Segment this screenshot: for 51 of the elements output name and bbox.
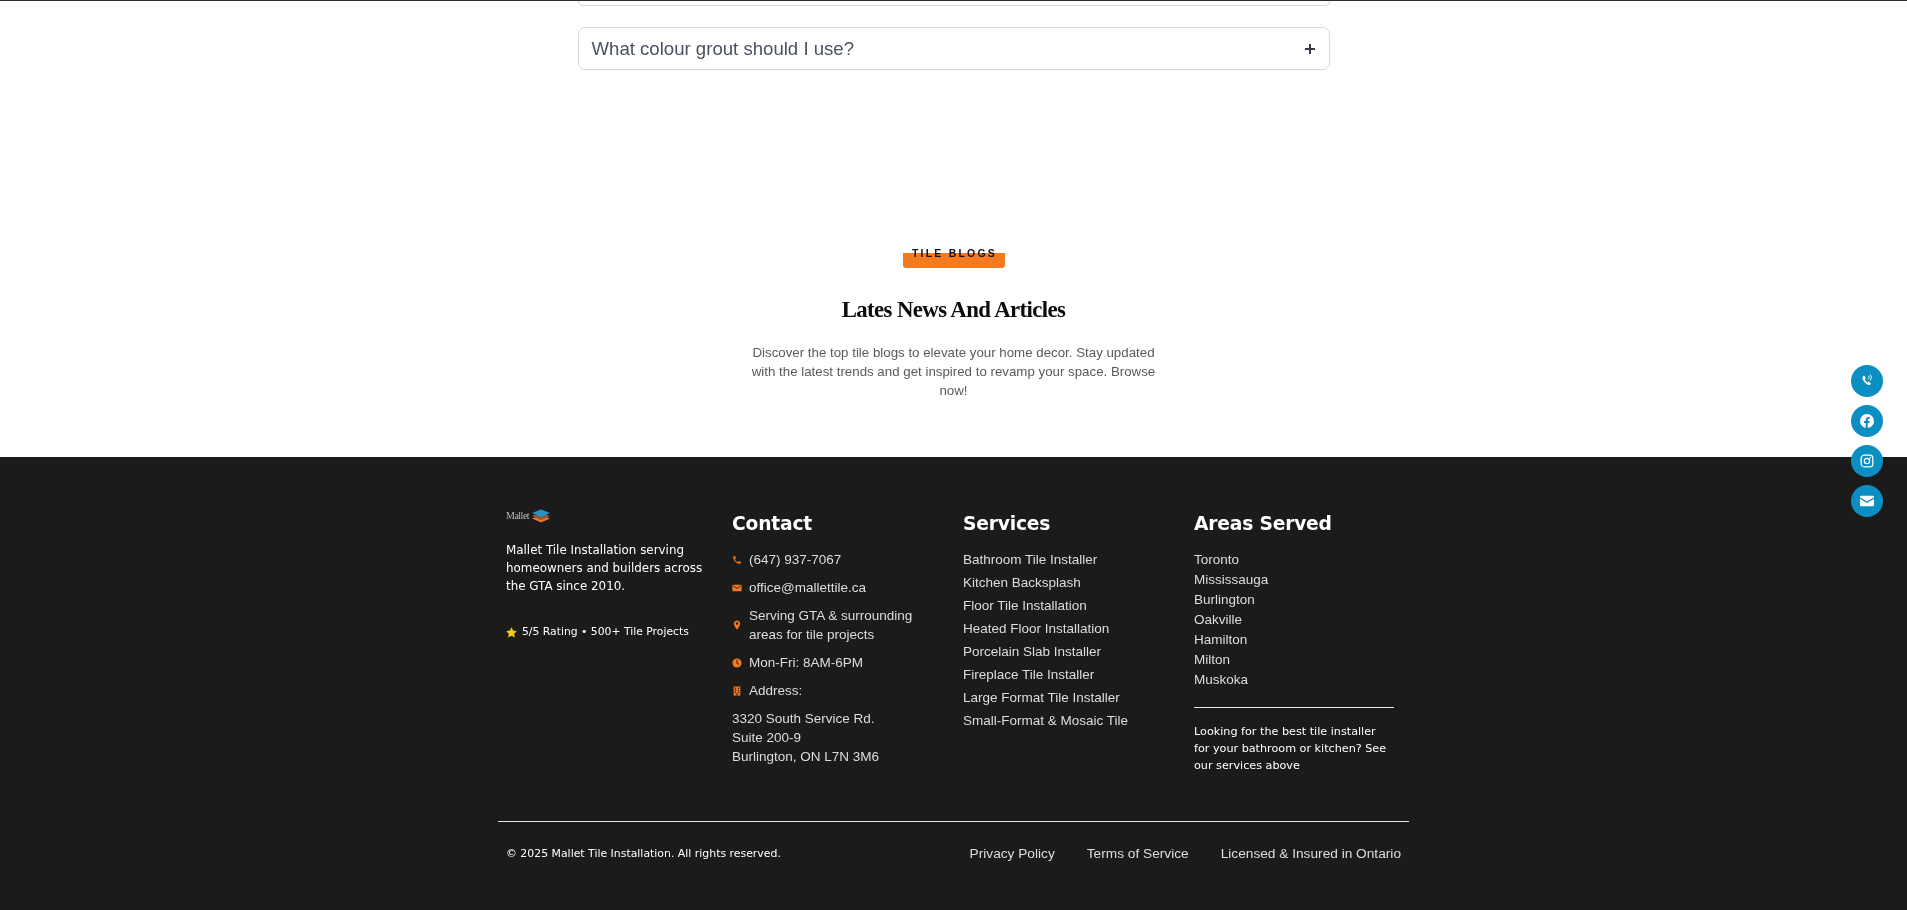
footer-link[interactable]: Terms of Service <box>1086 844 1189 863</box>
instagram-icon <box>1860 454 1874 468</box>
star-icon <box>506 626 517 638</box>
column-heading: Areas Served <box>1194 512 1333 536</box>
note-text: Looking for the best tile installer for your bathroom or kitchen? See our services above <box>1194 724 1388 774</box>
phone-icon <box>1860 374 1874 388</box>
service-link[interactable]: Small-Format & Mosaic Tile <box>963 711 1129 730</box>
column-heading: Contact <box>732 512 813 536</box>
facebook-icon <box>1860 414 1874 428</box>
service-link[interactable]: Fireplace Tile Installer <box>963 665 1095 684</box>
address-text: 3320 South Service Rd. Suite 200-9 Burlington, ON L7N 3M6 <box>732 710 881 766</box>
service-link[interactable]: Bathroom Tile Installer <box>963 550 1098 569</box>
service-link[interactable]: Kitchen Backsplash <box>963 573 1081 592</box>
service-link[interactable]: Porcelain Slab Installer <box>963 642 1102 661</box>
facebook-button[interactable] <box>1851 405 1883 437</box>
area-item: Toronto <box>1194 551 1240 569</box>
footer-link[interactable]: Privacy Policy <box>969 844 1055 863</box>
contact-text: Mon-Fri: 8AM-6PM <box>749 654 864 672</box>
section-title: Lates News And Articles <box>841 296 1066 324</box>
area-item: Burlington <box>1194 591 1255 609</box>
about-text: Mallet Tile Installation serving homeowners and builders across the GTA since 2010. <box>506 542 704 595</box>
envelope-icon <box>1860 494 1874 508</box>
envelope-icon <box>732 582 742 593</box>
area-item: Milton <box>1194 651 1230 669</box>
instagram-button[interactable] <box>1851 445 1883 477</box>
rating-text: 5/5 Rating • 500+ Tile Projects <box>522 624 689 640</box>
contact-text: Address: <box>749 682 804 700</box>
service-link[interactable]: Large Format Tile Installer <box>963 688 1120 707</box>
section-description: Discover the top tile blogs to elevate your home decor. Stay updated with the latest trends and get inspired to revamp your space. Browse now! <box>750 344 1157 400</box>
area-item: Muskoka <box>1194 671 1249 689</box>
contact-text[interactable]: office@mallettile.ca <box>749 578 934 597</box>
building-icon <box>732 685 742 696</box>
faq-item[interactable]: What colour grout should I use? <box>577 27 1330 70</box>
map-pin-icon <box>732 620 742 630</box>
area-item: Oakville <box>1194 611 1242 629</box>
contact-text: Serving GTA & surrounding areas for tile projects <box>749 607 914 644</box>
service-link[interactable]: Floor Tile Installation <box>963 596 1087 615</box>
footer-link[interactable]: Licensed & Insured in Ontario <box>1220 844 1401 863</box>
contact-text[interactable]: (647) 937-7067 <box>749 550 934 569</box>
plus-icon <box>1304 43 1315 54</box>
area-item: Mississauga <box>1194 571 1269 589</box>
clock-icon <box>732 657 742 668</box>
service-link[interactable]: Heated Floor Installation <box>963 619 1110 638</box>
copyright-text: © 2025 Mallet Tile Installation. All rights reserved. <box>506 846 781 862</box>
logo-text: Mallet <box>506 509 530 522</box>
phone-button[interactable] <box>1851 365 1883 397</box>
phone-icon <box>732 554 742 565</box>
stacked-tiles-icon <box>531 508 552 523</box>
column-heading: Services <box>963 512 1052 536</box>
section-label: TILE BLOGS <box>902 246 1005 268</box>
area-item: Hamilton <box>1194 631 1248 649</box>
